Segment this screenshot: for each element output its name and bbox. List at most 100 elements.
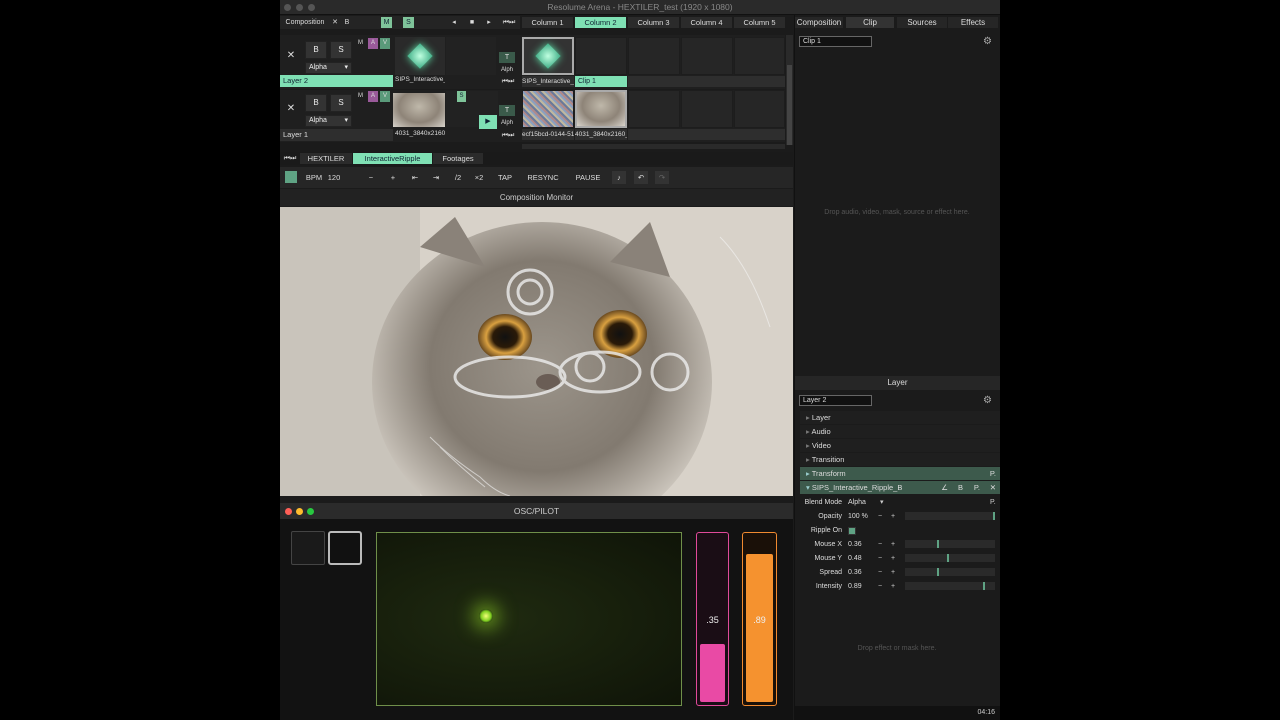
composition-clear-button[interactable]: ✕ (330, 17, 340, 28)
section-transform[interactable]: ▸ Transform P. (800, 467, 1000, 480)
composition-monitor-view[interactable] (280, 207, 793, 496)
skip-icon[interactable]: ⏮⏭ (499, 17, 519, 28)
metronome-toggle-icon[interactable]: ♪ (612, 171, 626, 184)
effect-preset-button[interactable]: P. (974, 481, 980, 494)
clip-cell-1-2[interactable] (575, 90, 627, 128)
layer-2-skip-icon[interactable]: ⏮⏭ (499, 76, 517, 87)
intensity-value[interactable]: 0.89 (848, 580, 862, 593)
section-video[interactable]: ▸ Video (800, 439, 1000, 452)
section-transition[interactable]: ▸ Transition (800, 453, 1000, 466)
slider-knob[interactable] (983, 582, 986, 590)
spread-plus-button[interactable]: + (891, 566, 895, 579)
osc-button-2[interactable] (328, 531, 362, 565)
layer-2-solo-button[interactable]: S (330, 41, 352, 59)
effect-remove-button[interactable]: ✕ (990, 481, 996, 494)
osc-zoom-icon[interactable] (307, 508, 314, 515)
osc-fader-2[interactable]: .89 (742, 532, 777, 706)
column-header-3[interactable]: Column 3 (628, 17, 679, 28)
layer-gear-icon[interactable]: ⚙ (983, 395, 993, 406)
layer-2-bypass-button[interactable]: B (305, 41, 327, 59)
tab-sources[interactable]: Sources (897, 17, 947, 28)
deck-tab-interactiveripple[interactable]: InteractiveRipple (353, 153, 432, 164)
mouse-y-slider[interactable] (905, 554, 995, 562)
composition-mute-button[interactable]: M (381, 17, 392, 28)
clip-cell-1-3[interactable] (628, 90, 680, 128)
clip-cell-2-1[interactable] (522, 37, 574, 75)
intensity-plus-button[interactable]: + (891, 580, 895, 593)
clip-cell-2-2[interactable] (575, 37, 627, 75)
layer-1-s-indicator[interactable]: S (457, 91, 466, 102)
ripple-on-checkbox[interactable] (848, 527, 856, 535)
layer-1-v-toggle[interactable]: V (380, 91, 390, 102)
effect-header[interactable]: ▾ SIPS_Interactive_Ripple_B ∠ B P. ✕ (800, 481, 1000, 494)
grid-horizontal-scrollbar[interactable] (522, 144, 785, 149)
layer-name-field[interactable]: Layer 2 (799, 395, 872, 406)
resync-button[interactable]: RESYNC (527, 171, 559, 184)
mouse-y-value[interactable]: 0.48 (848, 552, 862, 565)
bpm-plus-button[interactable]: + (385, 171, 401, 184)
layer-1-blend-select[interactable]: Alpha ▾ (305, 115, 352, 127)
spread-value[interactable]: 0.36 (848, 566, 862, 579)
clip-cell-1-5[interactable] (734, 90, 785, 128)
zoom-window-icon[interactable] (308, 4, 315, 11)
prev-column-icon[interactable]: ◂ (448, 17, 460, 28)
mouse-x-minus-button[interactable]: − (878, 538, 882, 551)
clip-cell-2-5[interactable] (734, 37, 785, 75)
layer-1-bypass-button[interactable]: B (305, 94, 327, 112)
deck-nav-icon[interactable]: ⏮⏭ (282, 153, 298, 164)
opacity-slider[interactable] (905, 512, 995, 520)
layer-2-clear-icon[interactable]: ✕ (284, 50, 298, 61)
intensity-minus-button[interactable]: − (878, 580, 882, 593)
clip-2-2-name[interactable]: Clip 1 (575, 76, 627, 87)
blend-mode-select[interactable]: Alpha (848, 496, 866, 509)
opacity-plus-button[interactable]: + (891, 510, 895, 523)
blend-p-button[interactable]: P. (990, 496, 996, 509)
nudge-left-icon[interactable]: ⇤ (407, 171, 423, 184)
clip-name-field[interactable]: Clip 1 (799, 36, 872, 47)
section-audio[interactable]: ▸ Audio (800, 425, 1000, 438)
grid-scrollbar[interactable] (786, 35, 793, 145)
column-header-5[interactable]: Column 5 (734, 17, 785, 28)
layer-1-preview-cat-thumbnail[interactable] (393, 93, 445, 127)
redo-icon[interactable]: ↷ (655, 171, 669, 184)
osc-minimize-icon[interactable] (296, 508, 303, 515)
layer-2-alpha-button[interactable]: Alph (499, 65, 515, 76)
layer-1-name[interactable]: Layer 1 (280, 129, 393, 141)
bpm-double-button[interactable]: ×2 (471, 171, 487, 184)
pause-button[interactable]: PAUSE (572, 171, 604, 184)
clip-cell-2-3[interactable] (628, 37, 680, 75)
layer-1-solo-button[interactable]: S (330, 94, 352, 112)
section-layer[interactable]: ▸ Layer (800, 411, 1000, 424)
clip-cell-1-1[interactable] (522, 90, 574, 128)
clip-cell-1-4[interactable] (681, 90, 733, 128)
tab-effects[interactable]: Effects (948, 17, 998, 28)
tap-button[interactable]: TAP (495, 171, 515, 184)
xy-pad-cursor-icon[interactable] (479, 608, 494, 623)
effect-bypass-button[interactable]: B (958, 481, 963, 494)
metronome-icon[interactable] (285, 171, 297, 183)
layer-2-a-toggle[interactable]: A (368, 38, 378, 49)
composition-bypass-button[interactable]: B (342, 17, 352, 28)
osc-fader-1[interactable]: .35 (696, 532, 729, 706)
slider-knob[interactable] (993, 512, 995, 520)
mouse-x-plus-button[interactable]: + (891, 538, 895, 551)
mouse-x-slider[interactable] (905, 540, 995, 548)
slider-knob[interactable] (947, 554, 950, 562)
spread-slider[interactable] (905, 568, 995, 576)
clip-cell-2-4[interactable] (681, 37, 733, 75)
bpm-value[interactable]: 120 (325, 171, 343, 184)
opacity-value[interactable]: 100 % (848, 510, 868, 523)
layer-1-clear-icon[interactable]: ✕ (284, 103, 298, 114)
deck-tab-footages[interactable]: Footages (433, 153, 483, 164)
mouse-y-minus-button[interactable]: − (878, 552, 882, 565)
deck-tab-hextiler[interactable]: HEXTILER (300, 153, 352, 164)
layer-2-m-toggle[interactable]: M (356, 38, 365, 49)
mouse-x-value[interactable]: 0.36 (848, 538, 862, 551)
mouse-y-plus-button[interactable]: + (891, 552, 895, 565)
layer-2-name[interactable]: Layer 2 (280, 75, 393, 87)
minimize-window-icon[interactable] (296, 4, 303, 11)
layer-1-t-button[interactable]: T (499, 105, 515, 116)
osc-close-icon[interactable] (285, 508, 292, 515)
opacity-minus-button[interactable]: − (878, 510, 882, 523)
nudge-right-icon[interactable]: ⇥ (428, 171, 444, 184)
